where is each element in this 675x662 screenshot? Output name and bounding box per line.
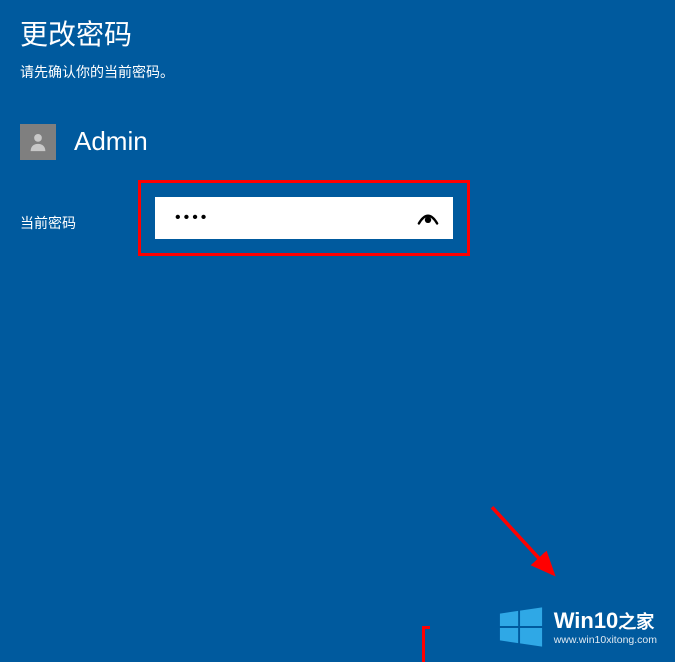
current-password-input[interactable]: [155, 197, 453, 239]
reveal-password-icon[interactable]: [417, 210, 439, 226]
annotation-arrow: [483, 500, 573, 590]
page-subtitle: 请先确认你的当前密码。: [20, 62, 655, 82]
bottom-highlight-fragment: [422, 626, 430, 662]
person-icon: [27, 131, 49, 153]
windows-logo-icon: [498, 604, 544, 650]
avatar: [20, 124, 56, 160]
watermark: Win10之家 www.win10xitong.com: [498, 604, 657, 650]
watermark-url: www.win10xitong.com: [554, 634, 657, 646]
watermark-title: Win10之家: [554, 608, 657, 633]
user-info: Admin: [20, 124, 655, 160]
page-title: 更改密码: [20, 18, 655, 52]
username: Admin: [74, 126, 148, 157]
input-highlight: [138, 180, 470, 256]
current-password-label: 当前密码: [20, 203, 138, 233]
current-password-row: 当前密码: [20, 180, 655, 256]
